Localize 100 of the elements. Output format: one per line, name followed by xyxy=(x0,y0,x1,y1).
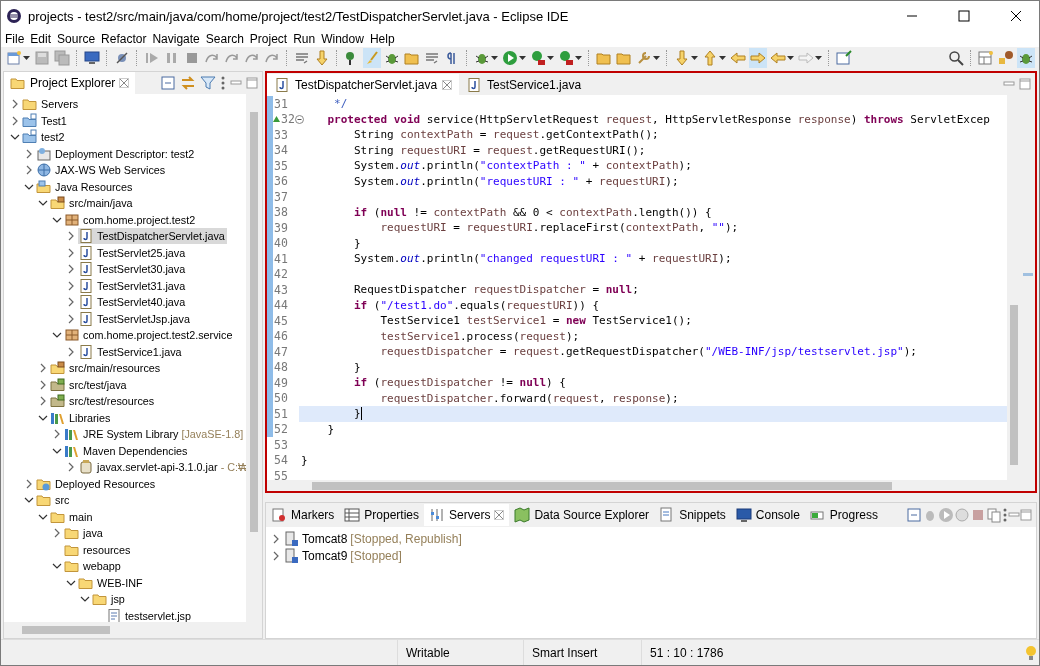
tree-item[interactable]: Servers xyxy=(22,96,81,113)
view-tab[interactable]: Markers xyxy=(266,504,340,526)
menu-item[interactable]: Refactor xyxy=(98,31,150,47)
server-item[interactable]: Tomcat9 [Stopped] xyxy=(283,547,402,564)
chevron-down-icon[interactable] xyxy=(10,133,20,142)
tree-item[interactable]: main xyxy=(50,508,95,525)
tree-item[interactable]: TestServletJsp.java xyxy=(78,310,192,327)
tree-item[interactable]: TestDispatcherServlet.java xyxy=(78,228,227,245)
view-tab[interactable]: Snippets xyxy=(654,504,731,526)
dots-icon[interactable] xyxy=(1002,507,1008,523)
chevron-right-icon[interactable] xyxy=(11,115,19,126)
chevron-down-icon[interactable] xyxy=(38,199,48,208)
chevron-down-icon[interactable] xyxy=(52,562,62,571)
tree-item[interactable]: src/test/java xyxy=(50,376,129,393)
tree-item[interactable]: JRE System Library [JavaSE-1.8] xyxy=(64,426,246,443)
menu-item[interactable]: Help xyxy=(366,31,398,47)
run-button[interactable] xyxy=(501,48,527,68)
chevron-down-icon[interactable] xyxy=(66,578,76,587)
chevron-down-icon[interactable] xyxy=(38,512,48,521)
tree-item[interactable]: testservlet.jsp xyxy=(106,607,193,624)
tree-item[interactable]: TestServlet31.java xyxy=(78,277,188,294)
tree-item[interactable]: Libraries xyxy=(50,409,113,426)
chevron-right-icon[interactable] xyxy=(25,478,33,489)
chevron-right-icon[interactable] xyxy=(39,363,47,374)
chevron-right-icon[interactable] xyxy=(272,533,280,544)
view-tab[interactable]: Project Explorer xyxy=(4,72,136,94)
tree-item[interactable]: TestServlet25.java xyxy=(78,244,188,261)
tree-item[interactable]: com.home.project.test2 xyxy=(64,211,198,228)
chevron-down-icon[interactable] xyxy=(24,496,34,505)
lightbulb-icon[interactable] xyxy=(1023,644,1039,661)
view-tab[interactable]: Properties xyxy=(339,504,425,526)
chevron-down-icon[interactable] xyxy=(52,331,62,340)
run-tool-button[interactable] xyxy=(529,48,555,68)
chevron-right-icon[interactable] xyxy=(67,280,75,291)
chevron-right-icon[interactable] xyxy=(67,247,75,258)
chevron-right-icon[interactable] xyxy=(272,550,280,561)
chevron-down-icon[interactable] xyxy=(80,595,90,604)
view-tab[interactable]: Servers xyxy=(424,504,510,526)
close-icon[interactable] xyxy=(494,510,505,520)
dots-icon[interactable] xyxy=(220,75,226,91)
run-tool-button[interactable] xyxy=(557,48,583,68)
fold-icon[interactable] xyxy=(294,114,304,124)
menu-item[interactable]: Window xyxy=(318,31,367,47)
tree-item[interactable]: TestServlet40.java xyxy=(78,294,188,311)
chevron-down-icon[interactable] xyxy=(38,413,48,422)
server-item[interactable]: Tomcat8 [Stopped, Republish] xyxy=(283,530,462,547)
view-tab[interactable]: Progress xyxy=(804,504,883,526)
tree-item[interactable]: src/main/java xyxy=(50,195,135,212)
tree-item[interactable]: JAX-WS Web Services xyxy=(36,162,168,179)
tree-item[interactable]: com.home.project.test2.service xyxy=(64,327,235,344)
menu-item[interactable]: Navigate xyxy=(149,31,203,47)
close-icon[interactable] xyxy=(442,79,453,90)
menu-item[interactable]: Project xyxy=(246,31,291,47)
chevron-down-icon[interactable] xyxy=(52,215,62,224)
tree-item[interactable]: webapp xyxy=(64,558,123,575)
chevron-right-icon[interactable] xyxy=(67,297,75,308)
view-tab[interactable]: Data Source Explorer xyxy=(509,504,655,526)
tree-item[interactable]: test2 xyxy=(22,129,67,146)
tree-item[interactable]: Maven Dependencies xyxy=(64,442,190,459)
chevron-right-icon[interactable] xyxy=(67,264,75,275)
new-file-button[interactable] xyxy=(5,48,31,68)
tree-item[interactable]: src/test/resources xyxy=(50,393,157,410)
tree-item[interactable]: WEB-INF xyxy=(78,574,145,591)
menu-item[interactable]: Run xyxy=(290,31,319,47)
horizontal-scrollbar[interactable] xyxy=(267,480,1035,491)
tree-item[interactable]: resources xyxy=(64,541,133,558)
filter-icon[interactable] xyxy=(200,75,216,91)
chevron-down-icon[interactable] xyxy=(24,182,34,191)
tree-item[interactable]: src/main/resources xyxy=(50,360,163,377)
editor-tab[interactable]: TestDispatcherServlet.java xyxy=(267,74,460,95)
chevron-right-icon[interactable] xyxy=(53,528,61,539)
chevron-right-icon[interactable] xyxy=(39,396,47,407)
chevron-right-icon[interactable] xyxy=(67,462,75,473)
chevron-right-icon[interactable] xyxy=(53,429,61,440)
tree-item[interactable]: jsp xyxy=(92,591,127,608)
chevron-right-icon[interactable] xyxy=(67,346,75,357)
tree-item[interactable]: TestService1.java xyxy=(78,343,184,360)
menu-item[interactable]: Search xyxy=(202,31,247,47)
chevron-right-icon[interactable] xyxy=(25,165,33,176)
perspective-button[interactable] xyxy=(977,48,995,68)
close-icon[interactable] xyxy=(119,78,130,88)
tree-item[interactable]: TestServlet30.java xyxy=(78,261,188,278)
menu-item[interactable]: Edit xyxy=(27,31,55,47)
tree-item[interactable]: Deployed Resources xyxy=(36,475,158,492)
tree-item[interactable]: Deployment Descriptor: test2 xyxy=(36,145,197,162)
chevron-right-icon[interactable] xyxy=(25,148,33,159)
horizontal-scrollbar[interactable] xyxy=(4,622,262,638)
view-tab[interactable]: Console xyxy=(730,504,805,526)
tree-item[interactable]: src xyxy=(36,492,72,509)
chevron-right-icon[interactable] xyxy=(67,313,75,324)
menu-item[interactable]: Source xyxy=(54,31,99,47)
up-arrow-button[interactable] xyxy=(701,48,727,68)
tree-item[interactable]: Java Resources xyxy=(36,178,135,195)
tree-item[interactable]: java xyxy=(64,525,105,542)
tree-item[interactable]: Test1 xyxy=(22,112,69,129)
chevron-right-icon[interactable] xyxy=(11,99,19,110)
chevron-right-icon[interactable] xyxy=(39,379,47,390)
down-arrow-button[interactable] xyxy=(673,48,699,68)
chevron-down-icon[interactable] xyxy=(52,446,62,455)
search-button[interactable] xyxy=(947,48,965,68)
